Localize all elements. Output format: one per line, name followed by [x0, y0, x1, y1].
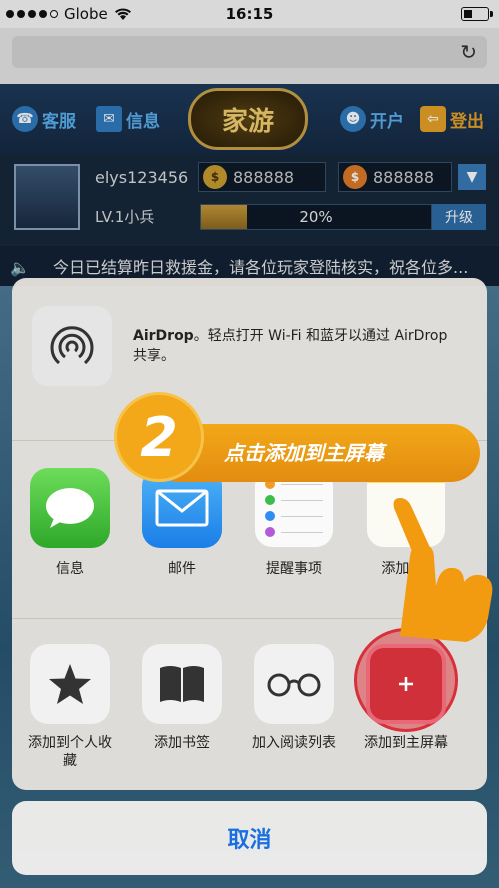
- action-label: 添加到个人收藏: [28, 735, 112, 769]
- share-app-label: 信息: [56, 561, 84, 577]
- action-label: 添加到主屏幕: [364, 735, 448, 751]
- pointing-hand-icon: [393, 498, 493, 642]
- star-icon: [30, 644, 110, 724]
- airdrop-title: AirDrop: [133, 328, 194, 344]
- share-app-reminders[interactable]: 提醒事项: [254, 468, 334, 578]
- glasses-icon: [254, 644, 334, 724]
- action-label: 加入阅读列表: [252, 735, 336, 751]
- add-favorite-action[interactable]: 添加到个人收藏: [25, 644, 115, 770]
- add-reading-list-action[interactable]: 加入阅读列表: [249, 644, 339, 752]
- cancel-button[interactable]: 取消: [12, 801, 487, 875]
- book-icon: [142, 644, 222, 724]
- airdrop-section[interactable]: AirDrop。轻点打开 Wi-Fi 和蓝牙以通过 AirDrop 共享。: [12, 278, 487, 398]
- action-label: 添加书签: [154, 735, 210, 751]
- messages-icon: [30, 468, 110, 548]
- add-to-home-screen-action[interactable]: 添加到主屏幕: [361, 644, 451, 752]
- add-bookmark-action[interactable]: 添加书签: [137, 644, 227, 752]
- airdrop-icon: [32, 306, 112, 386]
- share-app-label: 提醒事项: [266, 561, 322, 577]
- step-number: 2: [114, 392, 204, 482]
- share-app-mail[interactable]: 邮件: [142, 468, 222, 578]
- share-app-label: 邮件: [168, 561, 196, 577]
- share-app-messages[interactable]: 信息: [30, 468, 110, 578]
- add-icon: [366, 644, 446, 724]
- airdrop-description: AirDrop。轻点打开 Wi-Fi 和蓝牙以通过 AirDrop 共享。: [133, 326, 463, 366]
- tutorial-text: 点击添加到主屏幕: [224, 441, 384, 465]
